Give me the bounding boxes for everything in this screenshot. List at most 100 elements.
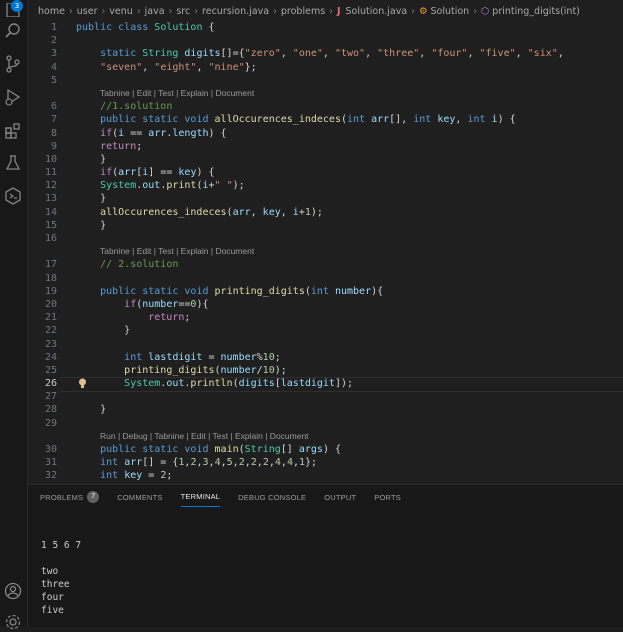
- code-line: 14 allOccurences_indeces(arr, key, i+1);: [28, 206, 623, 219]
- tab-comments[interactable]: COMMENTS: [117, 491, 162, 507]
- code-text: //1.solution: [100, 101, 173, 113]
- line-number: 4: [50, 61, 57, 73]
- code-line: 32 int key = 2;: [28, 469, 623, 482]
- code-line: 17 // 2.solution: [28, 258, 623, 271]
- code-line: 30 public static void main(String[] args…: [28, 443, 623, 456]
- code-line: 6 //1.solution: [28, 100, 623, 113]
- tab-label: COMMENTS: [117, 492, 163, 502]
- testing-icon[interactable]: [3, 153, 23, 173]
- code-text: }: [76, 325, 131, 337]
- code-text: public static void main(String[] args) {: [100, 444, 341, 455]
- line-number: 32: [44, 470, 57, 482]
- code-lens-actions[interactable]: Tabnine | Edit | Test | Explain | Docume…: [100, 87, 254, 100]
- line-number: 31: [44, 457, 57, 469]
- tab-ports[interactable]: PORTS: [374, 491, 401, 507]
- code-line: 15 }: [28, 219, 623, 232]
- line-number: 14: [44, 206, 57, 218]
- line-number: 23: [44, 338, 57, 350]
- breadcrumb-method[interactable]: printing_digits(int): [492, 6, 580, 17]
- code-line: 29: [28, 417, 623, 430]
- tab-output[interactable]: OUTPUT: [324, 491, 356, 507]
- chevron-right-icon: ›: [411, 5, 415, 17]
- code-lens-actions[interactable]: Run | Debug | Tabnine | Edit | Test | Ex…: [100, 430, 309, 443]
- line-number: 8: [50, 127, 57, 139]
- code-text: static String digits[]={"zero", "one", "…: [100, 48, 564, 60]
- breadcrumb: home › user › venu › java › src › recursion.j…: [38, 0, 623, 22]
- breadcrumb-item[interactable]: home: [38, 6, 65, 17]
- code-text: System.out.println(digits[lastdigit]);: [124, 378, 354, 390]
- settings-gear-icon[interactable]: [3, 612, 23, 632]
- code-text: int arr[] = {1,2,3,4,5,2,2,2,4,4,1};: [100, 457, 318, 469]
- panel-tabs: PROBLEMS 7 COMMENTS TERMINAL DEBUG CONSOLE OU…: [40, 491, 419, 507]
- code-line: 28 }: [28, 403, 623, 416]
- code-line: 9 return;: [28, 140, 623, 153]
- breadcrumb-item[interactable]: problems: [281, 6, 325, 17]
- code-line: 16: [28, 232, 623, 245]
- code-editor[interactable]: 1 public class Solution {2 3 static String…: [28, 21, 623, 496]
- code-line: 21 return;: [28, 311, 623, 324]
- breadcrumb-item[interactable]: user: [77, 6, 98, 17]
- code-line: 27: [28, 390, 623, 403]
- line-number: 29: [44, 417, 57, 429]
- editor[interactable]: home › user › venu › java › src › recursion.j…: [28, 0, 623, 495]
- code-text: return;: [148, 312, 191, 324]
- code-line: 25 printing_digits(number/10);: [28, 364, 623, 377]
- line-number: 25: [44, 364, 57, 376]
- code-text: }: [76, 219, 107, 231]
- code-lens-actions[interactable]: Tabnine | Edit | Test | Explain | Docume…: [100, 245, 254, 258]
- tab-label: PROBLEMS: [40, 492, 84, 502]
- code-line: 22 }: [28, 324, 623, 337]
- code-line: 31 int arr[] = {1,2,3,4,5,2,2,2,4,4,1};: [28, 456, 623, 469]
- code-lens: Run | Debug | Tabnine | Edit | Test | Ex…: [28, 430, 623, 443]
- code-line: 18: [28, 272, 623, 285]
- extensions-icon[interactable]: [3, 120, 23, 140]
- line-number: 24: [44, 351, 57, 363]
- remote-icon[interactable]: [3, 186, 23, 206]
- code-text: }: [76, 404, 107, 416]
- chevron-right-icon: ›: [473, 5, 477, 17]
- code-lens: Tabnine | Edit | Test | Explain | Docume…: [28, 87, 623, 100]
- breadcrumb-item[interactable]: venu: [109, 6, 133, 17]
- activity-bar: 3: [0, 0, 28, 630]
- code-line: 11 if(arr[i] == key) {: [28, 166, 623, 179]
- code-text: printing_digits(number/10);: [124, 364, 287, 376]
- run-debug-icon[interactable]: [3, 87, 23, 107]
- problems-count-badge: 7: [87, 491, 100, 503]
- tab-problems[interactable]: PROBLEMS 7: [40, 491, 100, 507]
- line-number: 13: [44, 193, 57, 205]
- account-icon[interactable]: [3, 581, 23, 601]
- code-line: 4 "seven", "eight", "nine"};: [28, 61, 623, 74]
- breadcrumb-item[interactable]: java: [145, 6, 165, 17]
- terminal-output[interactable]: 1 5 6 7 two three four five: [41, 539, 81, 617]
- code-text: public static void allOccurences_indeces…: [100, 114, 516, 126]
- line-number: 20: [44, 298, 57, 310]
- breadcrumb-file[interactable]: Solution.java: [346, 6, 408, 17]
- chevron-right-icon: ›: [273, 5, 277, 17]
- line-number: 28: [44, 404, 57, 416]
- line-number: 1: [50, 22, 57, 33]
- tab-terminal[interactable]: TERMINAL: [180, 491, 221, 507]
- code-line: 8 if(i == arr.length) {: [28, 127, 623, 140]
- code-line: 13 }: [28, 192, 623, 205]
- tab-label: OUTPUT: [324, 492, 357, 502]
- code-text: if(arr[i] == key) {: [100, 167, 215, 179]
- line-number: 12: [44, 180, 57, 192]
- breadcrumb-item[interactable]: src: [176, 6, 190, 17]
- line-number: 5: [50, 74, 57, 86]
- chevron-right-icon: ›: [136, 5, 141, 17]
- code-text: if(i == arr.length) {: [100, 127, 227, 139]
- line-number: 6: [50, 101, 57, 113]
- tab-debug-console[interactable]: DEBUG CONSOLE: [238, 491, 306, 507]
- breadcrumb-class[interactable]: Solution: [430, 6, 469, 17]
- source-control-icon[interactable]: [3, 54, 23, 74]
- breadcrumb-item[interactable]: recursion.java: [202, 6, 269, 17]
- method-icon: ⬡: [481, 5, 490, 17]
- line-number: 16: [44, 233, 57, 244]
- code-line: 24 int lastdigit = number%10;: [28, 351, 623, 364]
- tab-label: DEBUG CONSOLE: [238, 492, 307, 502]
- search-icon[interactable]: [3, 21, 23, 41]
- line-number: 27: [44, 391, 57, 403]
- code-text: int lastdigit = number%10;: [124, 351, 281, 363]
- tab-label: PORTS: [374, 492, 401, 502]
- class-icon: ⚙: [418, 5, 428, 17]
